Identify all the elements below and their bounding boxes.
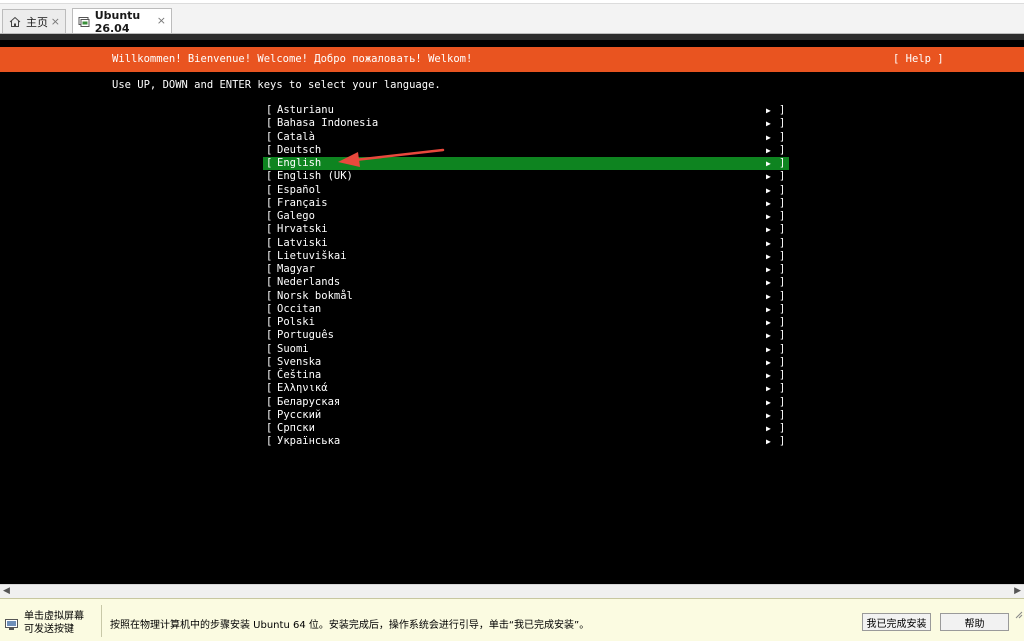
vm-icon: [78, 15, 91, 29]
hint-click-screen-line1: 单击虚拟屏幕: [24, 611, 84, 622]
horizontal-scrollbar[interactable]: ◀ ▶: [0, 584, 1024, 597]
hint-divider: [101, 605, 102, 637]
resize-grip-icon: [1015, 604, 1023, 619]
help-button[interactable]: 帮助: [940, 613, 1009, 631]
keyboard-icon: [5, 616, 19, 630]
tab-strip: 主页 × Ubuntu 26.04 ×: [0, 0, 1024, 35]
scroll-right-icon[interactable]: ▶: [1014, 586, 1021, 596]
tab-strip-top-edge: [0, 0, 1024, 4]
annotation-arrow-icon: [338, 148, 445, 167]
tab-ubuntu-vm-close-icon[interactable]: ×: [157, 14, 166, 27]
home-icon: [8, 15, 22, 29]
scroll-left-icon[interactable]: ◀: [3, 586, 10, 596]
hint-click-screen-text: 单击虚拟屏幕 可发送按键: [24, 610, 84, 636]
hint-message: 按照在物理计算机中的步骤安装 Ubuntu 64 位。安装完成后，操作系统会进行…: [110, 620, 590, 631]
hint-bar: 单击虚拟屏幕 可发送按键 按照在物理计算机中的步骤安装 Ubuntu 64 位。…: [0, 598, 1024, 641]
finished-install-button[interactable]: 我已完成安装: [862, 613, 931, 631]
vm-console[interactable]: Willkommen! Bienvenue! Welcome! Добро по…: [0, 34, 1024, 584]
tab-home[interactable]: 主页 ×: [2, 9, 66, 34]
hint-click-screen-line2: 可发送按键: [24, 624, 74, 635]
tab-ubuntu-vm[interactable]: Ubuntu 26.04 ×: [72, 8, 172, 35]
vm-screen[interactable]: Willkommen! Bienvenue! Welcome! Добро по…: [0, 40, 1024, 584]
tab-home-label: 主页: [26, 16, 48, 29]
tab-home-close-icon[interactable]: ×: [51, 15, 60, 28]
